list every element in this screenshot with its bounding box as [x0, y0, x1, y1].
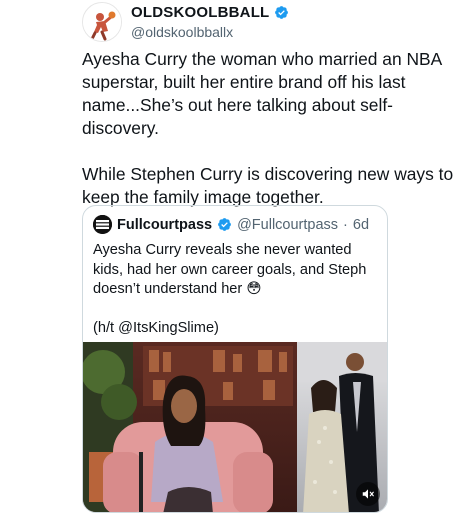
quoted-media-video[interactable] — [83, 342, 387, 512]
author-handle[interactable]: @oldskoolbballx — [131, 24, 233, 40]
quoted-author-avatar[interactable] — [93, 215, 112, 234]
quoted-tweet-header: Fullcourtpass @Fullcourtpass · 6d — [93, 215, 369, 234]
author-name-row: OLDSKOOLBBALL — [131, 4, 289, 21]
tweet-paragraph: While Stephen Curry is discovering new w… — [82, 164, 454, 207]
author-avatar[interactable] — [82, 2, 122, 42]
quoted-handle[interactable]: @Fullcourtpass — [237, 217, 338, 233]
verified-badge-icon — [218, 218, 231, 231]
quoted-timestamp[interactable]: 6d — [353, 217, 369, 233]
author-display-name[interactable]: OLDSKOOLBBALL — [131, 4, 269, 21]
tweet-paragraph: Ayesha Curry the woman who married an NB… — [82, 49, 442, 138]
full-court-pass-logo-icon — [93, 215, 112, 234]
quoted-tweet-card[interactable]: Fullcourtpass @Fullcourtpass · 6d Ayesha… — [82, 205, 388, 513]
mute-button[interactable] — [356, 482, 380, 506]
quoted-display-name[interactable]: Fullcourtpass — [117, 217, 212, 233]
quoted-text: Ayesha Curry reveals she never wanted ki… — [93, 242, 367, 297]
video-thumbnail — [83, 342, 387, 512]
dot-separator: · — [343, 216, 348, 233]
quoted-credit: (h/t @ItsKingSlime) — [93, 319, 219, 336]
verified-badge-icon — [275, 6, 289, 19]
quoted-tweet-body: Ayesha Curry reveals she never wanted ki… — [93, 241, 383, 338]
volume-mute-icon — [362, 489, 374, 499]
tweet-body: Ayesha Curry the woman who married an NB… — [82, 48, 462, 209]
basketball-player-avatar-icon — [83, 3, 121, 41]
